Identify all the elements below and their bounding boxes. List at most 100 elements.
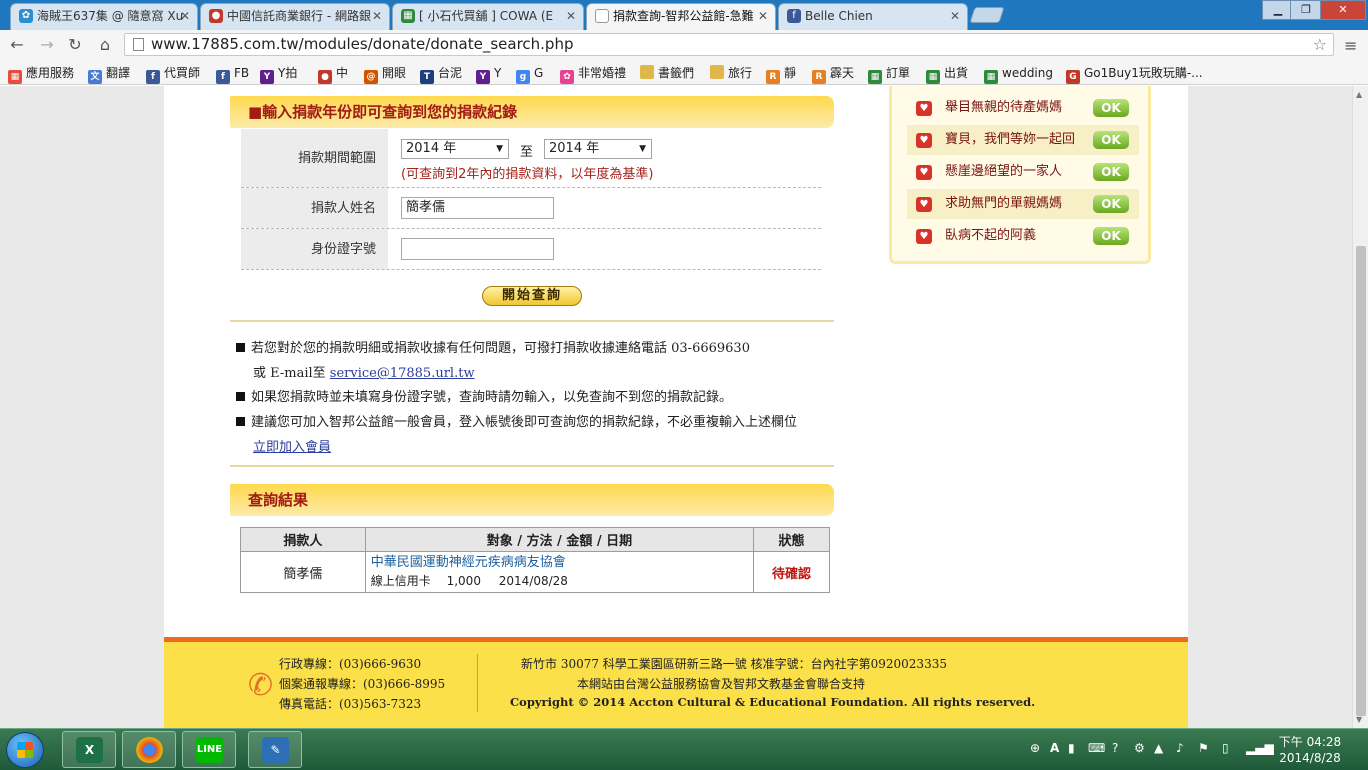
bookmark-label: 訂單 xyxy=(886,66,911,80)
taskbar-excel[interactable]: X xyxy=(62,731,116,768)
scroll-down-icon[interactable]: ▼ xyxy=(1356,715,1362,724)
fullwidth-icon[interactable]: ▮ xyxy=(1068,741,1075,755)
taskbar-line[interactable]: LINE xyxy=(182,731,236,768)
bookmark-folder-travel[interactable]: 旅行 xyxy=(710,64,752,82)
email-link[interactable]: service@17885.url.tw xyxy=(330,366,475,381)
volume-icon[interactable]: ♪ xyxy=(1176,741,1184,755)
bookmark-taini[interactable]: T 台泥 xyxy=(420,64,462,84)
power-icon[interactable]: ▯ xyxy=(1222,741,1229,755)
bookmark-go1buy1[interactable]: G Go1Buy1玩敗玩購-... xyxy=(1066,64,1203,84)
bookmark-google[interactable]: gG xyxy=(516,64,543,84)
bookmark-ctbc[interactable]: ● 中 xyxy=(318,64,348,84)
year-from-select[interactable]: 2014 年 ▼ xyxy=(401,139,509,159)
join-member-link[interactable]: 立即加入會員 xyxy=(253,440,331,455)
tab-close-icon[interactable]: ✕ xyxy=(180,4,190,28)
home-icon[interactable]: ⌂ xyxy=(94,34,116,56)
donation-method: 線上信用卡 xyxy=(370,574,431,588)
bookmark-label: 非常婚禮 xyxy=(578,66,627,80)
action-center-flag-icon[interactable]: ⚑ xyxy=(1198,741,1209,755)
bookmark-shipping[interactable]: ▦ 出貨 xyxy=(926,64,969,84)
ok-button[interactable]: OK xyxy=(1093,227,1129,245)
reload-icon[interactable]: ↻ xyxy=(64,34,86,56)
scrollbar-thumb[interactable] xyxy=(1356,246,1366,716)
tab-close-icon[interactable]: ✕ xyxy=(566,4,576,28)
donation-target[interactable]: 中華民國運動神經元疾病病友協會 xyxy=(371,554,753,572)
divider xyxy=(230,320,834,322)
keyboard-icon[interactable]: ⌨ xyxy=(1088,741,1105,755)
case-label: 舉目無親的待產媽媽 xyxy=(945,100,1063,115)
rakuten-icon: R xyxy=(766,70,780,84)
chrome-menu-icon[interactable]: ≡ xyxy=(1344,36,1357,55)
bookmark-wedding[interactable]: ▦ wedding xyxy=(984,64,1053,84)
case-item[interactable]: ♥ 求助無門的單親媽媽 OK xyxy=(907,189,1139,219)
donor-name-input[interactable]: 簡孝儒 xyxy=(401,197,554,219)
ok-button[interactable]: OK xyxy=(1093,163,1129,181)
bookmark-star-icon[interactable]: ☆ xyxy=(1313,34,1327,55)
settings-icon[interactable]: ⚙ xyxy=(1134,741,1145,755)
id-number-input[interactable] xyxy=(401,238,554,260)
ok-button[interactable]: OK xyxy=(1093,99,1129,117)
start-button[interactable] xyxy=(6,732,44,768)
bookmark-label: FB xyxy=(234,66,250,80)
bookmark-label: 旅行 xyxy=(728,66,753,80)
start-search-button[interactable]: 開始查詢 xyxy=(482,286,582,306)
tab-favicon-icon: ✿ xyxy=(19,9,33,23)
browser-tab-4-active[interactable]: 捐款查詢-智邦公益館-急難 ✕ xyxy=(586,3,776,30)
back-arrow-icon[interactable]: ← xyxy=(6,34,28,56)
bookmark-ypai[interactable]: Y Y拍 xyxy=(260,64,297,84)
maximize-icon[interactable]: ❐ xyxy=(1290,0,1322,20)
browser-tab-3[interactable]: ▦ [ 小石代買舖 ] COWA (E ✕ xyxy=(392,3,584,30)
new-tab-button[interactable] xyxy=(969,7,1005,23)
tab-close-icon[interactable]: ✕ xyxy=(950,4,960,28)
taskbar-chrome[interactable] xyxy=(122,731,176,768)
ok-button[interactable]: OK xyxy=(1093,195,1129,213)
bookmark-label: 代買師 xyxy=(164,66,201,80)
detail-cell: 中華民國運動神經元疾病病友協會 線上信用卡 1,000 2014/08/28 xyxy=(364,551,755,593)
case-item[interactable]: ♥ 臥病不起的阿義 OK xyxy=(907,221,1139,251)
case-item[interactable]: ♥ 舉目無親的待產媽媽 OK xyxy=(907,93,1139,123)
show-hidden-icons-icon[interactable]: ▲ xyxy=(1154,741,1163,755)
dropdown-caret-icon: ▼ xyxy=(639,144,646,154)
browser-tab-1[interactable]: ✿ 海賊王637集 @ 隨意窩 Xu ✕ xyxy=(10,3,198,30)
id-row: 身份證字號 xyxy=(241,229,821,270)
bookmark-fb[interactable]: f FB xyxy=(216,64,250,84)
page-favicon-icon xyxy=(595,9,609,23)
browser-tab-5[interactable]: f Belle Chien ✕ xyxy=(778,3,968,30)
at-icon: @ xyxy=(364,70,378,84)
browser-tab-2[interactable]: ● 中國信託商業銀行 - 網路銀 ✕ xyxy=(200,3,390,30)
bookmark-label: 出貨 xyxy=(944,66,969,80)
bookmark-daimaishi[interactable]: f 代買師 xyxy=(146,64,201,84)
help-icon[interactable]: ? xyxy=(1112,741,1118,755)
bookmark-y[interactable]: YY xyxy=(476,64,501,84)
bookmark-wedding-site[interactable]: ✿ 非常婚禮 xyxy=(560,64,627,84)
case-item[interactable]: ♥ 寶貝，我們等妳一起回 OK xyxy=(907,125,1139,155)
line-app-icon: LINE xyxy=(196,737,223,763)
system-clock[interactable]: 下午 04:28 2014/8/28 xyxy=(1278,734,1342,766)
heart-icon: ♥ xyxy=(916,133,932,148)
bookmark-orders[interactable]: ▦ 訂單 xyxy=(868,64,911,84)
table-header-row: 捐款人 對象 / 方法 / 金額 / 日期 狀態 xyxy=(240,527,830,552)
bookmark-folder-books[interactable]: 書籤們 xyxy=(640,64,694,82)
case-item[interactable]: ♥ 懸崖邊絕望的一家人 OK xyxy=(907,157,1139,187)
bookmark-jing[interactable]: R靜 xyxy=(766,64,796,84)
bookmark-kaiyan[interactable]: @ 開眼 xyxy=(364,64,406,84)
scroll-up-icon[interactable]: ▲ xyxy=(1356,90,1362,99)
bookmark-pitian[interactable]: R 霹天 xyxy=(812,64,854,84)
address-bar[interactable]: www.17885.com.tw/modules/donate/donate_s… xyxy=(124,33,1334,56)
year-to-select[interactable]: 2014 年 ▼ xyxy=(544,139,652,159)
bookmark-label: 應用服務 xyxy=(26,66,75,80)
ok-button[interactable]: OK xyxy=(1093,131,1129,149)
window-close-icon[interactable]: ✕ xyxy=(1320,0,1366,20)
case-report-line: 個案通報專線：(03)666-8995 xyxy=(279,677,446,691)
network-signal-icon[interactable]: ▂▄▆ xyxy=(1246,741,1274,755)
bookmark-apps[interactable]: ▦ 應用服務 xyxy=(8,64,75,84)
yahoo-icon: Y xyxy=(476,70,490,84)
ime-icon[interactable]: ⊕ xyxy=(1030,741,1040,755)
vertical-scrollbar[interactable]: ▲ ▼ xyxy=(1352,86,1368,728)
taskbar-tool[interactable]: ✎ xyxy=(248,731,302,768)
bookmark-translate[interactable]: 文翻譯 xyxy=(88,64,130,84)
forward-arrow-icon[interactable]: → xyxy=(36,34,58,56)
tab-close-icon[interactable]: ✕ xyxy=(758,4,768,28)
input-mode-indicator[interactable]: A xyxy=(1050,741,1059,755)
tab-close-icon[interactable]: ✕ xyxy=(372,4,382,28)
